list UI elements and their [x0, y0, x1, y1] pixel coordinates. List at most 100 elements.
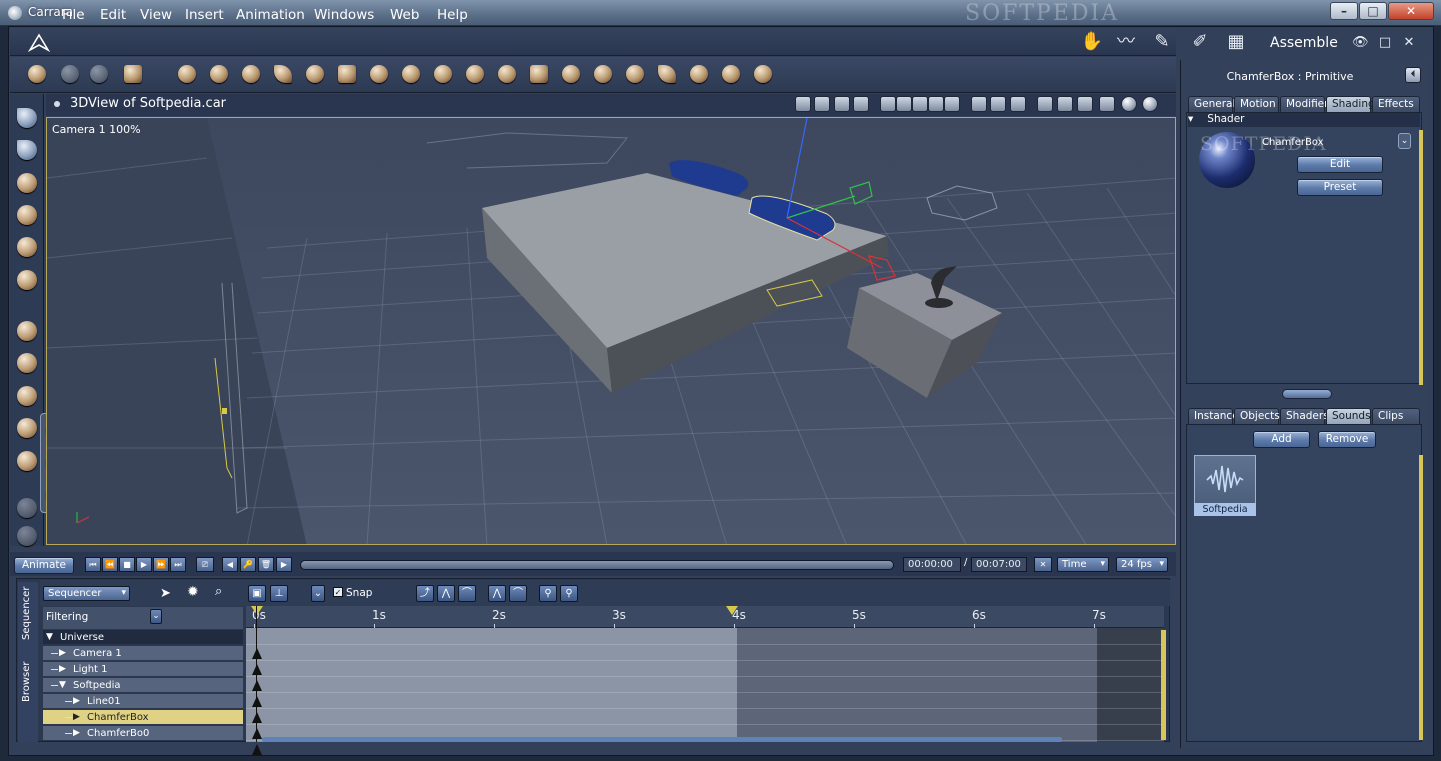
- view-menu-dot[interactable]: [54, 101, 60, 107]
- sound-item-label[interactable]: Softpedia: [1194, 503, 1256, 516]
- cameraman-icon[interactable]: [834, 96, 850, 112]
- sequencer-scrollbar[interactable]: [1161, 630, 1166, 740]
- time-cursor[interactable]: [256, 606, 257, 742]
- panel-collapse-icon[interactable]: ⏴: [1405, 67, 1421, 83]
- plant-icon[interactable]: [430, 62, 456, 88]
- menu-help[interactable]: Help: [437, 7, 468, 23]
- camera-icon[interactable]: [14, 495, 40, 521]
- panel-splitter[interactable]: [1282, 389, 1332, 399]
- curve-ease-icon[interactable]: ⋀: [437, 585, 455, 602]
- rotate-icon[interactable]: [14, 170, 40, 196]
- tree-row-chamferbox[interactable]: ▶ ChamferBox: [43, 710, 243, 725]
- sounds-scrollbar[interactable]: [1419, 455, 1423, 740]
- shader-dropdown[interactable]: ⌄: [1398, 133, 1411, 149]
- menu-edit[interactable]: Edit: [100, 7, 126, 23]
- layout-triple-icon[interactable]: [912, 96, 928, 112]
- go-end-icon[interactable]: ⏭: [170, 557, 186, 572]
- keyframe-marker[interactable]: [252, 728, 262, 739]
- fps-dropdown[interactable]: 24 fps: [1116, 557, 1168, 572]
- pen-icon[interactable]: [14, 234, 40, 260]
- curve-linear-icon[interactable]: ⤴: [416, 585, 434, 602]
- bone-icon[interactable]: [750, 62, 776, 88]
- fit-view-icon[interactable]: ▣: [248, 585, 266, 602]
- tab-objects[interactable]: Objects: [1234, 408, 1280, 424]
- move-plane-icon[interactable]: [14, 318, 40, 344]
- grid-snap-icon[interactable]: [853, 96, 869, 112]
- current-time-field[interactable]: 00:00:00: [903, 557, 961, 572]
- spline-icon[interactable]: 〰: [1114, 31, 1138, 53]
- storyboard-icon[interactable]: ✐: [1188, 31, 1212, 53]
- zoom-icon[interactable]: ⌕: [215, 584, 222, 599]
- carrara-logo-icon[interactable]: [28, 32, 50, 54]
- hand-tool-icon[interactable]: [57, 62, 83, 88]
- tab-shading[interactable]: Shading: [1326, 96, 1375, 112]
- menu-insert[interactable]: Insert: [185, 7, 224, 23]
- shade-icon[interactable]: [14, 448, 40, 474]
- hand-grab-icon[interactable]: [14, 267, 40, 293]
- tab-instance[interactable]: Instance: [1188, 408, 1239, 424]
- camera-label[interactable]: Camera 1 100%: [52, 123, 141, 136]
- time-mode-dropdown[interactable]: Time: [1057, 557, 1109, 572]
- key-icon[interactable]: 🔑: [240, 557, 256, 572]
- tab-motion[interactable]: Motion: [1234, 96, 1279, 112]
- end-time-field[interactable]: 00:07:00: [971, 557, 1027, 572]
- hand-icon[interactable]: ✋: [1080, 31, 1104, 53]
- text-icon[interactable]: [334, 62, 360, 88]
- scale-icon[interactable]: [14, 415, 40, 441]
- prev-key-icon[interactable]: ◀: [222, 557, 238, 572]
- shield-a-icon[interactable]: [971, 96, 987, 112]
- shader-section-header[interactable]: ▾ Shader: [1188, 113, 1420, 127]
- menu-view[interactable]: View: [140, 7, 172, 23]
- snap-checkbox[interactable]: ✓: [333, 587, 343, 597]
- loop-icon[interactable]: ⎚: [196, 557, 214, 572]
- sun-icon[interactable]: ✹: [187, 584, 199, 600]
- layout-custom-icon[interactable]: [944, 96, 960, 112]
- rewind-icon[interactable]: ⏪: [102, 557, 118, 572]
- cloud-icon[interactable]: [462, 62, 488, 88]
- terrain-icon[interactable]: [398, 62, 424, 88]
- keyframe-marker[interactable]: [252, 664, 262, 675]
- globe-icon[interactable]: [238, 62, 264, 88]
- start-marker[interactable]: [251, 606, 263, 615]
- bounding-icon[interactable]: [1057, 96, 1073, 112]
- hierarchy-icon[interactable]: [795, 96, 811, 112]
- collapsed-arrow-icon[interactable]: ▶: [73, 694, 80, 709]
- animate-button[interactable]: Animate: [14, 557, 74, 574]
- edit-shader-button[interactable]: Edit: [1297, 156, 1383, 173]
- go-start-icon[interactable]: ⏮: [85, 557, 101, 572]
- next-key-icon[interactable]: ▶: [276, 557, 292, 572]
- close-button[interactable]: ✕: [1388, 2, 1434, 20]
- keyframe-marker[interactable]: [252, 648, 262, 659]
- bones-icon[interactable]: [270, 62, 296, 88]
- preset-shader-button[interactable]: Preset: [1297, 179, 1383, 196]
- tree-row-universe[interactable]: ▼ Universe: [43, 630, 243, 645]
- twist-icon[interactable]: [14, 202, 40, 228]
- sphere-icon[interactable]: [174, 62, 200, 88]
- camera-icon[interactable]: [654, 62, 680, 88]
- inner-close-button[interactable]: ✕: [1401, 36, 1417, 50]
- tween-icon[interactable]: ⚲: [539, 585, 557, 602]
- menu-animation[interactable]: Animation: [236, 7, 305, 23]
- target-icon[interactable]: [718, 62, 744, 88]
- collapsed-arrow-icon[interactable]: ▶: [73, 710, 80, 725]
- gear-icon[interactable]: [366, 62, 392, 88]
- layout-double-icon[interactable]: [896, 96, 912, 112]
- remove-sound-button[interactable]: Remove: [1318, 431, 1376, 448]
- expanded-arrow-icon[interactable]: ▼: [46, 630, 53, 645]
- tree-row-line01[interactable]: ▶ Line01: [43, 694, 243, 709]
- tab-shaders[interactable]: Shaders: [1280, 408, 1329, 424]
- keyframe-marker[interactable]: [252, 696, 262, 707]
- tween-options-icon[interactable]: ⚲: [560, 585, 578, 602]
- brush-tool-icon[interactable]: [120, 62, 146, 88]
- layout-quad-icon[interactable]: [928, 96, 944, 112]
- shield-c-icon[interactable]: [1010, 96, 1026, 112]
- curve-bezier-icon[interactable]: ⋀: [488, 585, 506, 602]
- model-icon[interactable]: ✎: [1150, 31, 1174, 53]
- shading-scrollbar[interactable]: [1419, 130, 1423, 385]
- tab-sounds[interactable]: Sounds: [1326, 408, 1371, 424]
- curve-smooth-icon[interactable]: ⌒: [458, 585, 476, 602]
- 3d-viewport[interactable]: [46, 117, 1176, 545]
- up-arrow-icon[interactable]: [1037, 96, 1053, 112]
- keyframe-marker[interactable]: [252, 744, 262, 755]
- shield-b-icon[interactable]: [990, 96, 1006, 112]
